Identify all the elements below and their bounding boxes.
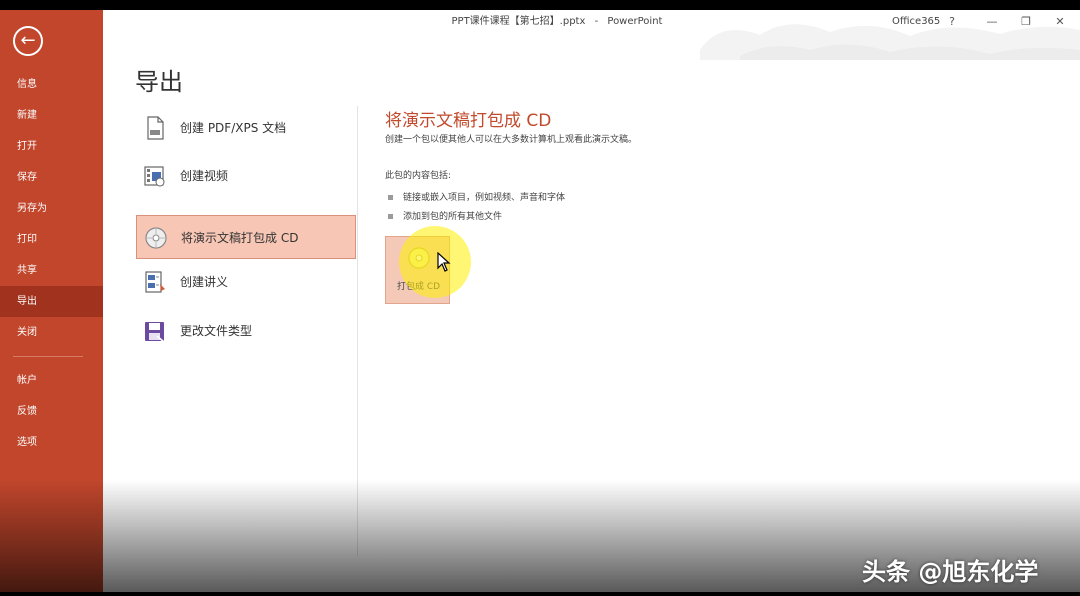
export-option-package-cd[interactable]: 将演示文稿打包成 CD	[136, 215, 356, 259]
close-button[interactable]: ✕	[1050, 10, 1070, 34]
package-contents-item: 链接或嵌入项目，例如视频、声音和字体	[388, 190, 565, 203]
app-name: PowerPoint	[607, 16, 663, 27]
export-option-label: 将演示文稿打包成 CD	[181, 231, 299, 245]
export-option-pdf-xps[interactable]: 创建 PDF/XPS 文档	[136, 106, 356, 150]
nav-item-feedback[interactable]: 反馈	[0, 396, 103, 427]
nav-item-options[interactable]: 选项	[0, 427, 103, 458]
office365-label: Office365	[892, 16, 941, 27]
powerpoint-backstage-window: PPT课件课程【第七招】.pptx - PowerPoint Office365…	[0, 10, 1080, 592]
nav-divider	[13, 356, 83, 357]
video-icon	[144, 166, 165, 187]
cursor-highlight	[399, 226, 471, 298]
nav-item-info[interactable]: 信息	[0, 69, 103, 100]
cd-icon	[145, 227, 167, 249]
export-option-label: 创建讲义	[180, 275, 229, 289]
save-disk-icon	[145, 322, 165, 343]
handout-icon	[145, 271, 165, 293]
export-option-handouts[interactable]: 创建讲义	[136, 260, 356, 304]
nav-item-save-as[interactable]: 另存为	[0, 193, 103, 224]
restore-button[interactable]: ❐	[1016, 10, 1036, 34]
export-option-change-file-type[interactable]: 更改文件类型	[136, 309, 356, 353]
pdf-document-icon	[147, 116, 164, 140]
page-title: 导出	[135, 68, 183, 96]
minimize-button[interactable]: —	[982, 10, 1002, 34]
nav-item-save[interactable]: 保存	[0, 162, 103, 193]
export-option-label: 创建视频	[180, 169, 229, 183]
package-contents-item: 添加到包的所有其他文件	[388, 209, 502, 222]
mouse-pointer-icon	[437, 252, 451, 272]
back-arrow-icon[interactable]: ←	[13, 26, 43, 56]
nav-item-export[interactable]: 导出	[0, 286, 103, 317]
bullet-icon	[388, 195, 393, 200]
detail-description: 创建一个包以便其他人可以在大多数计算机上观看此演示文稿。	[385, 135, 638, 145]
export-option-video[interactable]: 创建视频	[136, 154, 356, 198]
watermark: 头条 @旭东化学	[862, 558, 1039, 586]
export-option-label: 更改文件类型	[180, 324, 253, 338]
nav-item-account[interactable]: 帐户	[0, 365, 103, 396]
document-name: PPT课件课程【第七招】.pptx	[451, 16, 586, 27]
bullet-icon	[388, 214, 393, 219]
export-option-label: 创建 PDF/XPS 文档	[180, 121, 287, 135]
detail-heading: 将演示文稿打包成 CD	[385, 111, 552, 131]
nav-item-new[interactable]: 新建	[0, 100, 103, 131]
nav-item-print[interactable]: 打印	[0, 224, 103, 255]
help-button[interactable]: ?	[942, 10, 962, 34]
nav-item-close[interactable]: 关闭	[0, 317, 103, 348]
nav-item-share[interactable]: 共享	[0, 255, 103, 286]
nav-item-open[interactable]: 打开	[0, 131, 103, 162]
package-contents-title: 此包的内容包括:	[385, 171, 452, 181]
